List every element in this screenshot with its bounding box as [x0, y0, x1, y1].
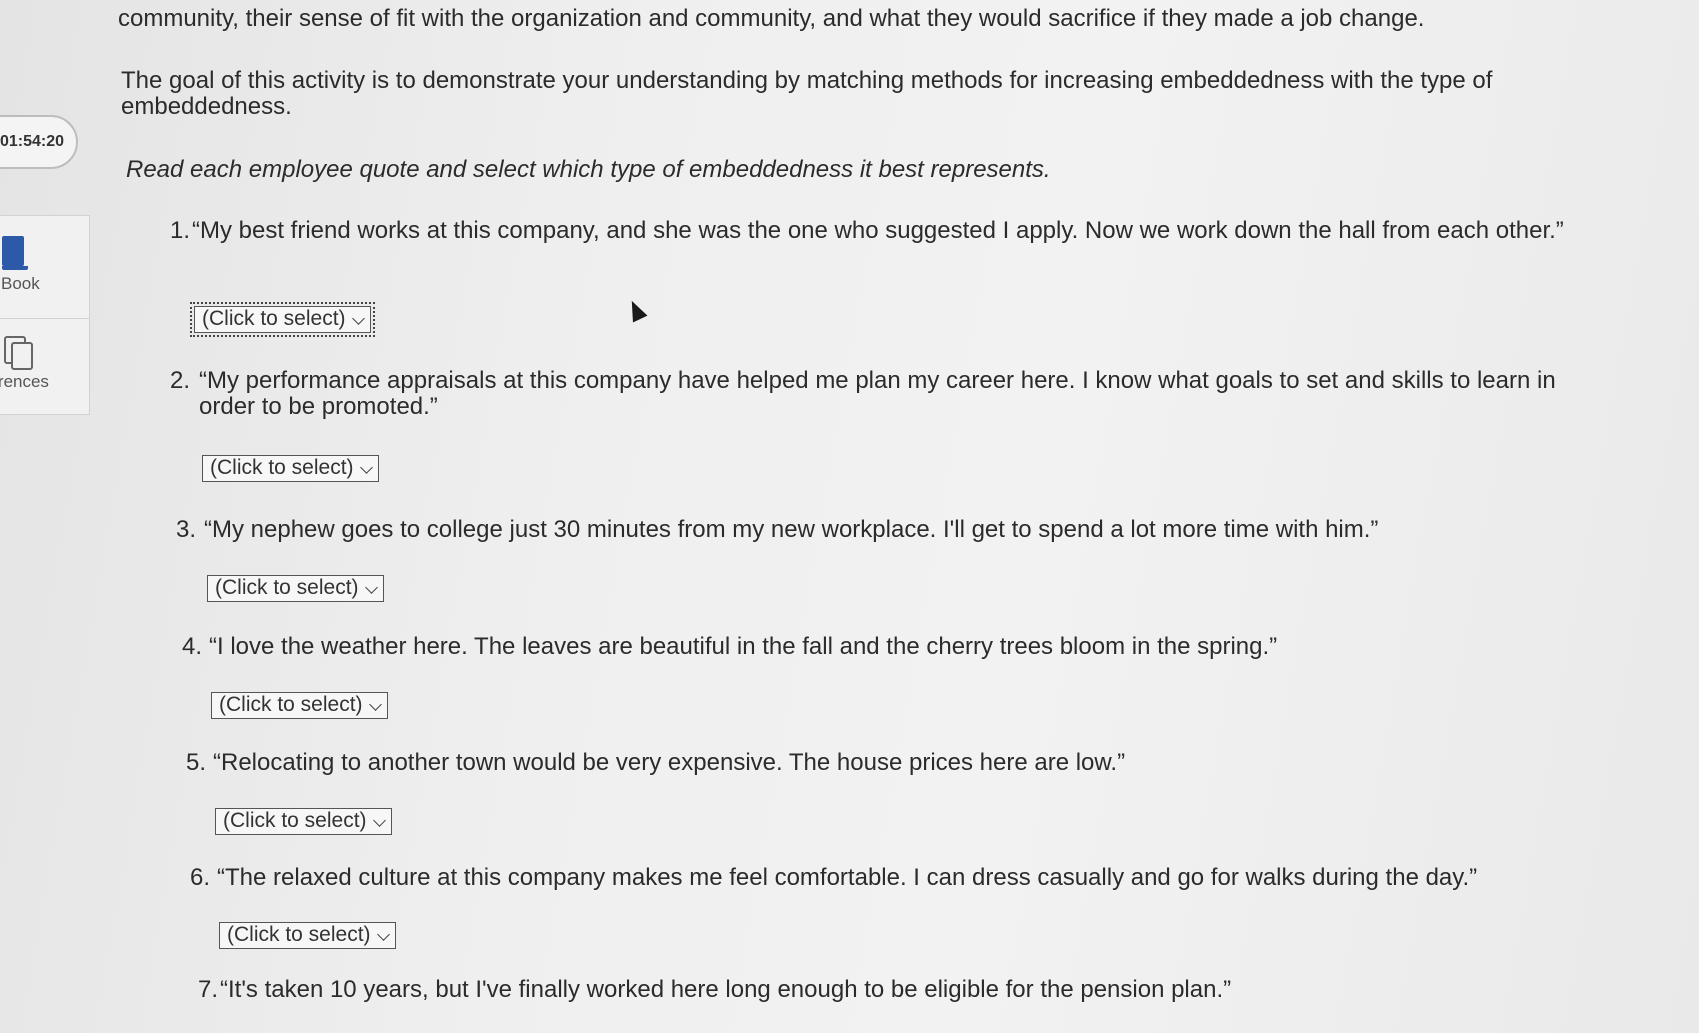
chevron-down-icon — [376, 928, 390, 941]
answer-select-4[interactable]: (Click to select) — [211, 692, 388, 719]
sidebar-item-references[interactable]: References — [0, 319, 90, 416]
question-number: 5. — [186, 749, 207, 776]
question-text: “Relocating to another town would be ver… — [213, 749, 1126, 776]
question-number: 4. — [182, 633, 203, 660]
select-value: (Click to select) — [210, 456, 354, 479]
left-sidebar: 01:54:20 Book References — [0, 0, 90, 1033]
answer-select-1[interactable]: (Click to select) — [190, 302, 375, 337]
chevron-down-icon — [368, 698, 382, 711]
question-text: “My best friend works at this company, a… — [192, 217, 1564, 244]
question-text: “I love the weather here. The leaves are… — [209, 633, 1278, 660]
sidebar-item-label: Book — [1, 274, 40, 293]
sidebar-item-label: References — [0, 372, 49, 391]
question-2: 2. “My performance appraisals at this co… — [170, 368, 1590, 424]
chevron-down-icon — [364, 581, 378, 594]
goal-text-line1: The goal of this activity is to demonstr… — [121, 67, 1493, 94]
question-6: 6. “The relaxed culture at this company … — [190, 865, 1610, 895]
select-value: (Click to select) — [219, 693, 363, 716]
answer-select-2[interactable]: (Click to select) — [202, 455, 379, 482]
mouse-cursor-icon — [624, 297, 648, 323]
question-7: 7. “It's taken 10 years, but I've finall… — [198, 977, 1618, 1007]
question-text: “It's taken 10 years, but I've finally w… — [220, 976, 1232, 1003]
chevron-down-icon — [351, 312, 365, 325]
question-text: “The relaxed culture at this company mak… — [217, 864, 1478, 891]
question-text: “My performance appraisals at this compa… — [199, 367, 1556, 420]
book-icon — [2, 236, 28, 270]
select-value: (Click to select) — [202, 307, 346, 330]
question-number: 6. — [190, 864, 211, 891]
instruction-text: Read each employee quote and select whic… — [126, 156, 1051, 183]
select-value: (Click to select) — [215, 576, 359, 599]
answer-select-5[interactable]: (Click to select) — [215, 808, 392, 835]
question-text: “My nephew goes to college just 30 minut… — [204, 516, 1379, 543]
select-value: (Click to select) — [223, 809, 367, 832]
goal-text-line2: embeddedness. — [121, 93, 292, 120]
chevron-down-icon — [372, 814, 386, 827]
answer-select-3[interactable]: (Click to select) — [207, 575, 384, 602]
select-value: (Click to select) — [227, 923, 371, 946]
references-icon — [4, 336, 33, 370]
timer[interactable]: 01:54:20 — [0, 115, 78, 169]
question-number: 1. — [170, 217, 191, 244]
question-5: 5. “Relocating to another town would be … — [186, 750, 1606, 780]
answer-select-6[interactable]: (Click to select) — [219, 922, 396, 949]
chevron-down-icon — [359, 461, 373, 474]
sidebar-item-book[interactable]: Book — [0, 216, 90, 318]
question-number: 3. — [176, 516, 197, 543]
question-number: 7. — [198, 976, 219, 1003]
question-1: 1. “My best friend works at this company… — [170, 218, 1570, 274]
page: 01:54:20 Book References community, thei… — [0, 0, 1699, 1033]
question-4: 4. “I love the weather here. The leaves … — [182, 634, 1602, 664]
tools-panel: Book References — [0, 215, 90, 415]
intro-text: community, their sense of fit with the o… — [118, 5, 1425, 32]
question-number: 2. — [170, 367, 191, 394]
question-3: 3. “My nephew goes to college just 30 mi… — [176, 517, 1596, 547]
timer-text: 01:54:20 — [0, 133, 64, 150]
